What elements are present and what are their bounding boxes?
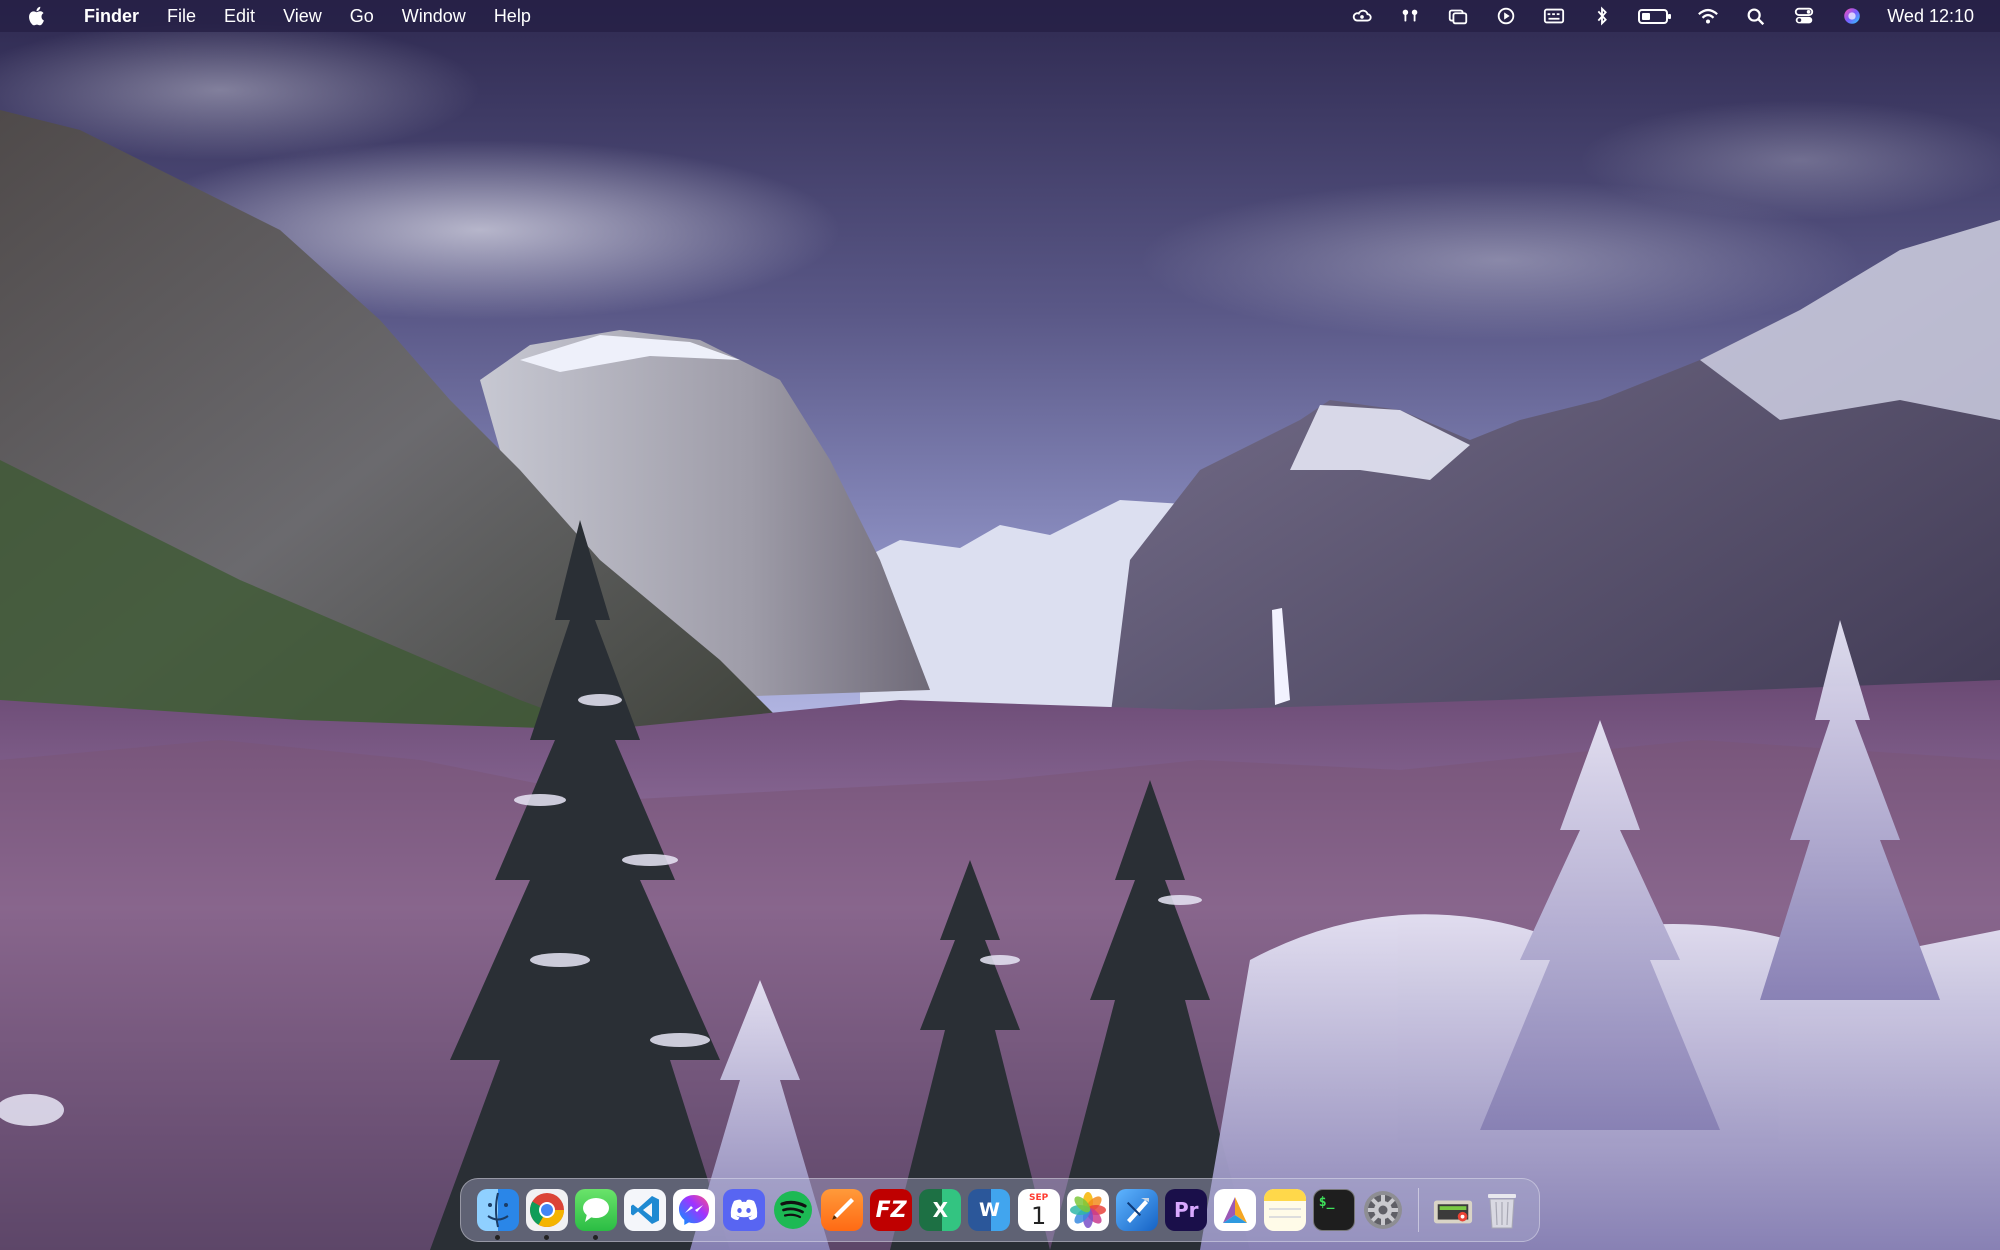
- affinity-icon: [1214, 1189, 1257, 1231]
- battery-icon[interactable]: [1637, 5, 1673, 27]
- dock-app-sketchbook[interactable]: [817, 1189, 866, 1231]
- screen-mirror-icon[interactable]: [1445, 5, 1471, 27]
- apple-menu-icon[interactable]: [24, 0, 50, 32]
- menu-view[interactable]: View: [269, 0, 336, 32]
- notes-line: [1268, 1216, 1301, 1218]
- wifi-icon[interactable]: [1695, 5, 1721, 27]
- dock-app-photos[interactable]: [1063, 1189, 1112, 1231]
- dock-app-messages[interactable]: [571, 1189, 620, 1240]
- keyboard-icon[interactable]: [1541, 5, 1567, 27]
- dock-app-notes[interactable]: [1260, 1189, 1309, 1231]
- notes-line: [1268, 1208, 1301, 1210]
- menu-bar: Finder File Edit View Go Window Help Wed…: [0, 0, 2000, 32]
- discord-icon: [722, 1189, 765, 1231]
- control-center-icon[interactable]: [1791, 5, 1817, 27]
- excel-icon: X: [919, 1189, 962, 1231]
- messages-icon: [574, 1189, 617, 1231]
- dock-app-xcode[interactable]: [1112, 1189, 1161, 1231]
- word-icon: W: [968, 1189, 1011, 1231]
- spotify-icon: [772, 1189, 814, 1231]
- dock-app-excel[interactable]: X: [916, 1189, 965, 1231]
- creative-cloud-icon[interactable]: [1349, 5, 1375, 27]
- menu-app-name[interactable]: Finder: [70, 0, 153, 32]
- word-label: W: [978, 1199, 1000, 1221]
- premiere-icon: Pr: [1165, 1189, 1208, 1231]
- filezilla-label: FZ: [875, 1197, 907, 1223]
- dock-divider: [1417, 1188, 1419, 1232]
- desktop-wallpaper: [0, 0, 2000, 1250]
- downloads-stack-icon: [1432, 1189, 1474, 1231]
- running-indicator: [495, 1235, 501, 1240]
- dock-app-premiere[interactable]: Pr: [1162, 1189, 1211, 1231]
- dock-trash[interactable]: [1478, 1189, 1527, 1231]
- menu-edit[interactable]: Edit: [210, 0, 269, 32]
- search-icon[interactable]: [1743, 5, 1769, 27]
- menu-help[interactable]: Help: [480, 0, 545, 32]
- notes-header-strip: [1263, 1189, 1306, 1201]
- dock-app-calendar[interactable]: SEP 1: [1014, 1189, 1063, 1231]
- dock-app-spotify[interactable]: [768, 1189, 817, 1231]
- airpods-icon[interactable]: [1397, 5, 1423, 27]
- dock-app-finder[interactable]: [473, 1189, 522, 1240]
- dock-app-terminal[interactable]: $_: [1309, 1189, 1358, 1231]
- dock-app-system-preferences[interactable]: [1358, 1189, 1407, 1231]
- dock-app-word[interactable]: W: [965, 1189, 1014, 1231]
- messenger-icon: [673, 1189, 716, 1231]
- siri-icon[interactable]: [1839, 5, 1865, 27]
- menu-bar-right: Wed 12:10: [1327, 0, 2000, 32]
- dock-app-chrome[interactable]: [522, 1189, 571, 1240]
- running-indicator: [593, 1235, 599, 1240]
- finder-icon: [476, 1189, 519, 1231]
- dock-app-discord[interactable]: [719, 1189, 768, 1231]
- menu-bar-clock[interactable]: Wed 12:10: [1887, 6, 1974, 27]
- excel-label: X: [932, 1198, 948, 1222]
- photos-icon: [1066, 1189, 1109, 1231]
- dock-app-vscode[interactable]: [621, 1189, 670, 1231]
- bluetooth-icon[interactable]: [1589, 5, 1615, 27]
- dock: FZ X W SEP 1 Pr $_: [460, 1178, 1540, 1242]
- gear-icon: [1362, 1189, 1404, 1231]
- premiere-label: Pr: [1173, 1198, 1199, 1222]
- running-indicator: [544, 1235, 550, 1240]
- chrome-icon: [525, 1189, 568, 1231]
- terminal-label: $_: [1318, 1195, 1335, 1210]
- notes-icon: [1263, 1189, 1306, 1231]
- calendar-icon: SEP 1: [1017, 1189, 1060, 1231]
- pen-icon: [820, 1189, 863, 1231]
- dock-app-messenger[interactable]: [670, 1189, 719, 1231]
- calendar-day: 1: [1031, 1202, 1047, 1230]
- menu-file[interactable]: File: [153, 0, 210, 32]
- terminal-icon: $_: [1312, 1189, 1355, 1231]
- filezilla-icon: FZ: [870, 1189, 913, 1231]
- dock-downloads-stack[interactable]: [1429, 1189, 1478, 1231]
- dock-app-affinity[interactable]: [1211, 1189, 1260, 1231]
- vscode-icon: [624, 1189, 667, 1231]
- menu-window[interactable]: Window: [388, 0, 480, 32]
- play-icon[interactable]: [1493, 5, 1519, 27]
- trash-icon: [1481, 1189, 1523, 1231]
- menu-go[interactable]: Go: [336, 0, 388, 32]
- menu-bar-left: Finder File Edit View Go Window Help: [0, 0, 545, 32]
- xcode-icon: [1116, 1189, 1159, 1231]
- dock-app-filezilla[interactable]: FZ: [867, 1189, 916, 1231]
